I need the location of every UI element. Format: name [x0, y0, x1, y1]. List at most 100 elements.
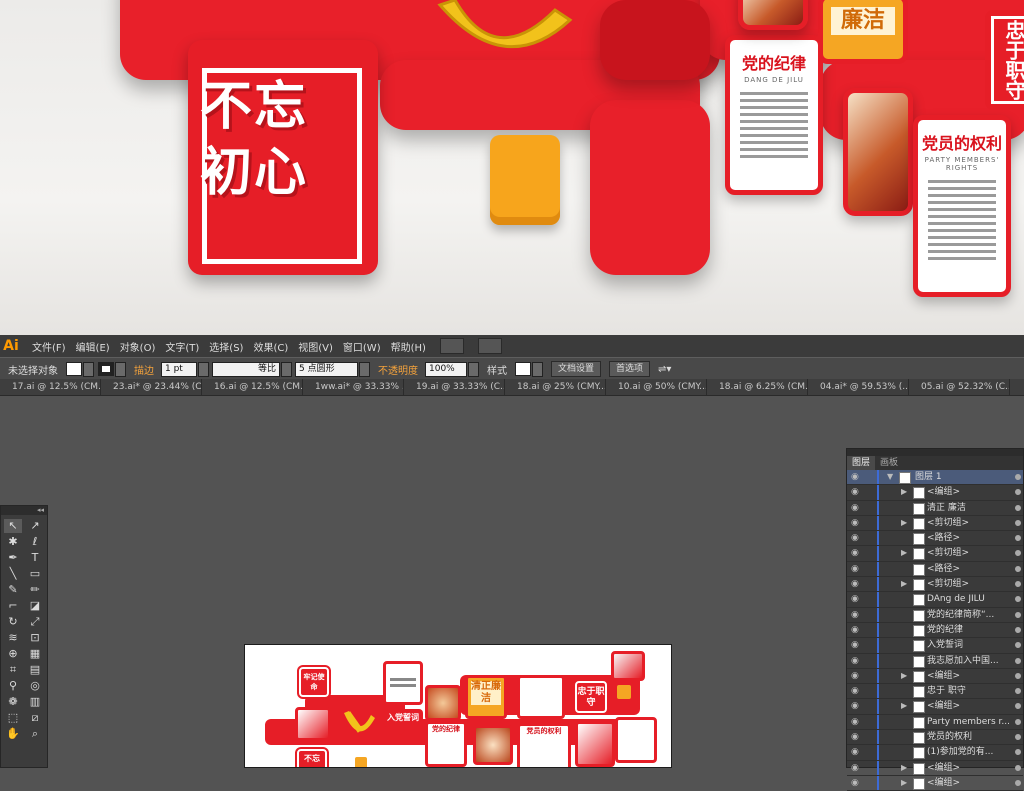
stroke-weight-dropdown[interactable]: [198, 361, 209, 377]
layer-name[interactable]: Party members r...: [927, 715, 1010, 729]
expand-arrow-icon[interactable]: ▼: [887, 470, 893, 484]
rotate-tool-icon[interactable]: ↻: [4, 615, 22, 629]
hand-tool-icon[interactable]: ✋: [4, 727, 22, 741]
layer-row[interactable]: ◉ 入党誓词: [847, 638, 1023, 654]
panel-menu-icon[interactable]: ⇌▾: [658, 364, 671, 375]
target-circle-icon[interactable]: [1015, 718, 1021, 725]
target-circle-icon[interactable]: [1015, 749, 1021, 756]
layer-name[interactable]: <路径>: [927, 562, 960, 576]
layers-panel-header[interactable]: [847, 449, 1023, 456]
layer-row[interactable]: ◉ 我志愿加入中国...: [847, 653, 1023, 669]
layer-name[interactable]: 党的纪律简称“...: [927, 608, 994, 622]
opacity-label[interactable]: 不透明度: [378, 362, 418, 377]
menu-window[interactable]: 窗口(W): [343, 339, 381, 354]
magic-wand-tool-icon[interactable]: ✱: [4, 535, 22, 549]
layer-row-top[interactable]: ◉ ▼ 图层 1: [847, 470, 1023, 486]
target-circle-icon[interactable]: [1015, 596, 1021, 603]
lasso-tool-icon[interactable]: ℓ: [26, 535, 44, 549]
type-tool-icon[interactable]: T: [26, 551, 44, 565]
visibility-eye-icon[interactable]: ◉: [851, 638, 863, 652]
layer-row[interactable]: ◉ 党的纪律: [847, 622, 1023, 639]
layer-row[interactable]: ◉ ▶ <剪切组>: [847, 515, 1023, 532]
layer-row[interactable]: ◉ <路径>: [847, 531, 1023, 547]
expand-arrow-icon[interactable]: ▶: [901, 669, 907, 683]
layer-row[interactable]: ◉ <路径>: [847, 561, 1023, 578]
menu-effect[interactable]: 效果(C): [253, 339, 288, 354]
arrange-documents-button[interactable]: [477, 338, 502, 354]
layer-row[interactable]: ◉ 党的纪律简称“...: [847, 607, 1023, 623]
stroke-weight-field[interactable]: 1 pt: [161, 361, 197, 377]
target-circle-icon[interactable]: [1015, 550, 1021, 557]
target-circle-icon[interactable]: [1015, 688, 1021, 695]
layer-row[interactable]: ◉ ▶ <编组>: [847, 775, 1023, 791]
visibility-eye-icon[interactable]: ◉: [851, 776, 863, 790]
menu-view[interactable]: 视图(V): [298, 339, 333, 354]
preferences-button[interactable]: 首选项: [609, 361, 651, 377]
layer-name[interactable]: 入党誓词: [927, 638, 963, 652]
visibility-eye-icon[interactable]: ◉: [851, 745, 863, 759]
layer-name[interactable]: 我志愿加入中国...: [927, 654, 999, 668]
target-circle-icon[interactable]: [1015, 734, 1021, 741]
slice-tool-icon[interactable]: ⧄: [26, 711, 44, 725]
layer-name[interactable]: 图层 1: [915, 470, 942, 484]
visibility-eye-icon[interactable]: ◉: [851, 546, 863, 560]
menu-type[interactable]: 文字(T): [165, 339, 199, 354]
layer-row[interactable]: ◉ DAng de JILU: [847, 592, 1023, 608]
layer-row[interactable]: ◉ 忠于 职守: [847, 684, 1023, 700]
visibility-eye-icon[interactable]: ◉: [851, 485, 863, 499]
visibility-eye-icon[interactable]: ◉: [851, 592, 863, 606]
target-circle-icon[interactable]: [1015, 703, 1021, 710]
target-circle-icon[interactable]: [1015, 504, 1021, 511]
fill-dropdown[interactable]: [83, 361, 94, 377]
shape-builder-tool-icon[interactable]: ⊕: [4, 647, 22, 661]
layer-name[interactable]: 忠于 职守: [927, 684, 966, 698]
document-tab[interactable]: 05.ai @ 52.32% (C...: [909, 379, 1010, 395]
scale-tool-icon[interactable]: ⤢: [26, 615, 44, 629]
layer-row[interactable]: ◉ ▶ <编组>: [847, 485, 1023, 501]
visibility-eye-icon[interactable]: ◉: [851, 531, 863, 545]
layer-name[interactable]: <编组>: [927, 485, 960, 499]
layer-row[interactable]: ◉ ▶ <剪切组>: [847, 577, 1023, 593]
visibility-eye-icon[interactable]: ◉: [851, 699, 863, 713]
menu-help[interactable]: 帮助(H): [391, 339, 426, 354]
layer-row[interactable]: ◉ (1)参加党的有...: [847, 745, 1023, 761]
bridge-button[interactable]: [439, 338, 464, 354]
tab-artboards[interactable]: 画板: [875, 456, 903, 470]
blend-tool-icon[interactable]: ◎: [26, 679, 44, 693]
paintbrush-tool-icon[interactable]: ✎: [4, 583, 22, 597]
menu-file[interactable]: 文件(F): [32, 339, 66, 354]
target-circle-icon[interactable]: [1015, 626, 1021, 633]
layer-row[interactable]: ◉ 清正 廉洁: [847, 500, 1023, 516]
document-setup-button[interactable]: 文档设置: [551, 361, 602, 377]
selection-tool-icon[interactable]: ↖: [4, 519, 22, 533]
layer-name[interactable]: <剪切组>: [927, 546, 969, 560]
tab-layers[interactable]: 图层: [847, 456, 876, 470]
target-circle-icon[interactable]: [1015, 474, 1021, 480]
opacity-field[interactable]: 100%: [425, 361, 467, 377]
target-circle-icon[interactable]: [1015, 642, 1021, 649]
rectangle-tool-icon[interactable]: ▭: [26, 567, 44, 581]
target-circle-icon[interactable]: [1015, 779, 1021, 786]
layer-name[interactable]: DAng de JILU: [927, 592, 985, 606]
target-circle-icon[interactable]: [1015, 672, 1021, 679]
expand-arrow-icon[interactable]: ▶: [901, 699, 907, 713]
layer-row[interactable]: ◉ ▶ <编组>: [847, 668, 1023, 685]
document-tab[interactable]: 18.ai @ 6.25% (CM...: [707, 379, 808, 395]
perspective-grid-tool-icon[interactable]: ▦: [26, 647, 44, 661]
visibility-eye-icon[interactable]: ◉: [851, 623, 863, 637]
visibility-eye-icon[interactable]: ◉: [851, 562, 863, 576]
document-tab[interactable]: 16.ai @ 12.5% (CM...: [202, 379, 303, 395]
gradient-tool-icon[interactable]: ▤: [26, 663, 44, 677]
blob-brush-tool-icon[interactable]: ⌐: [4, 599, 22, 613]
expand-arrow-icon[interactable]: ▶: [901, 485, 907, 499]
layer-name[interactable]: <路径>: [927, 531, 960, 545]
target-circle-icon[interactable]: [1015, 535, 1021, 542]
eyedropper-tool-icon[interactable]: ⚲: [4, 679, 22, 693]
menu-edit[interactable]: 编辑(E): [76, 339, 110, 354]
free-transform-tool-icon[interactable]: ⊡: [26, 631, 44, 645]
expand-arrow-icon[interactable]: ▶: [901, 776, 907, 790]
target-circle-icon[interactable]: [1015, 581, 1021, 588]
variable-width-profile[interactable]: 等比: [212, 361, 280, 377]
visibility-eye-icon[interactable]: ◉: [851, 501, 863, 515]
stroke-label[interactable]: 描边: [134, 362, 154, 377]
